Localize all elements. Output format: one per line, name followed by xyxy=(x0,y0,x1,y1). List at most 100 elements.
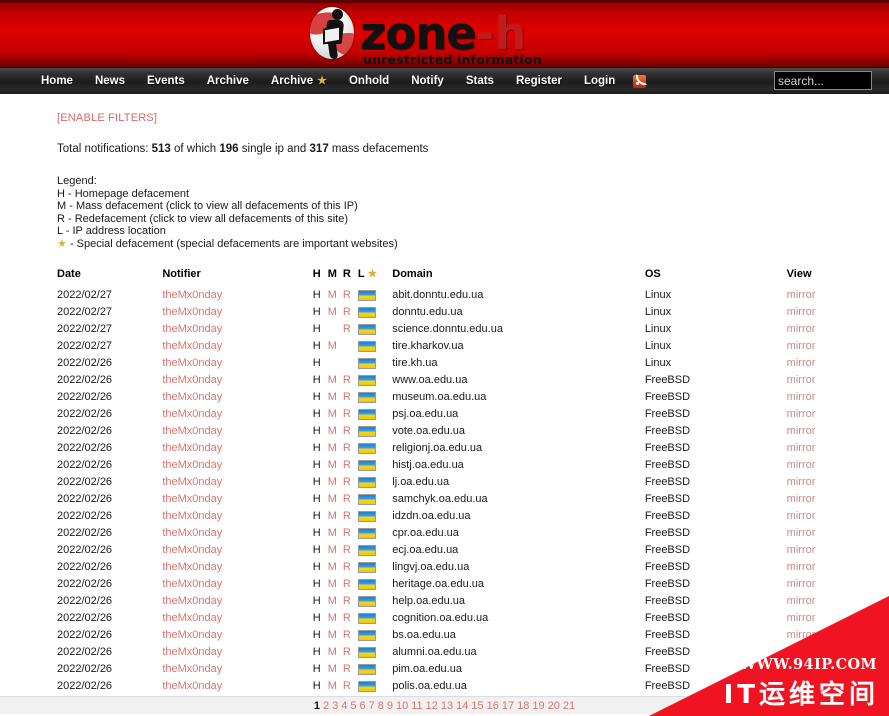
ua-flag-icon[interactable] xyxy=(357,510,376,522)
ua-flag-icon[interactable] xyxy=(357,459,376,471)
ua-flag-icon[interactable] xyxy=(357,306,376,318)
ua-flag-icon[interactable] xyxy=(357,374,376,386)
ua-flag-icon[interactable] xyxy=(357,629,376,641)
cell-m-value[interactable]: M xyxy=(328,680,337,692)
ua-flag-icon[interactable] xyxy=(357,646,376,658)
ua-flag-icon[interactable] xyxy=(357,612,376,624)
pagination-page-15[interactable]: 15 xyxy=(471,700,483,712)
cell-notifier-value[interactable]: theMx0nday xyxy=(162,391,222,403)
cell-notifier-value[interactable]: theMx0nday xyxy=(162,408,222,420)
cell-notifier-value[interactable]: theMx0nday xyxy=(162,595,222,607)
pagination-page-17[interactable]: 17 xyxy=(502,700,514,712)
cell-m-value[interactable]: M xyxy=(328,459,337,471)
cell-r-value[interactable]: R xyxy=(343,663,351,675)
cell-m-value[interactable]: M xyxy=(328,527,337,539)
cell-view-value[interactable]: mirror xyxy=(787,493,816,505)
cell-m-value[interactable]: M xyxy=(328,629,337,641)
ua-flag-icon[interactable] xyxy=(357,391,376,403)
pagination-page-3[interactable]: 3 xyxy=(332,700,338,712)
pagination-page-1[interactable]: 1 xyxy=(314,700,320,712)
cell-view-value[interactable]: mirror xyxy=(787,561,816,573)
cell-m-value[interactable]: M xyxy=(328,391,337,403)
ua-flag-icon[interactable] xyxy=(357,663,376,675)
cell-r-value[interactable]: R xyxy=(343,459,351,471)
cell-notifier-value[interactable]: theMx0nday xyxy=(162,459,222,471)
nav-item-onhold[interactable]: Onhold xyxy=(338,75,400,87)
search-input[interactable] xyxy=(774,71,872,90)
cell-notifier-value[interactable]: theMx0nday xyxy=(162,663,222,675)
cell-view-value[interactable]: mirror xyxy=(787,459,816,471)
cell-view-value[interactable]: mirror xyxy=(787,629,816,641)
site-logo[interactable]: zone-h unrestricted information xyxy=(308,1,542,66)
cell-view-value[interactable]: mirror xyxy=(787,680,816,692)
enable-filters-link[interactable]: [ENABLE FILTERS] xyxy=(57,112,157,124)
cell-view-value[interactable]: mirror xyxy=(787,289,816,301)
cell-r-value[interactable]: R xyxy=(343,306,351,318)
cell-notifier-value[interactable]: theMx0nday xyxy=(162,629,222,641)
ua-flag-icon[interactable] xyxy=(357,578,376,590)
pagination-page-13[interactable]: 13 xyxy=(441,700,453,712)
nav-item-register[interactable]: Register xyxy=(505,75,573,87)
cell-notifier-value[interactable]: theMx0nday xyxy=(162,357,222,369)
cell-r-value[interactable]: R xyxy=(343,544,351,556)
cell-notifier-value[interactable]: theMx0nday xyxy=(162,323,222,335)
cell-view-value[interactable]: mirror xyxy=(787,578,816,590)
cell-view-value[interactable]: mirror xyxy=(787,646,816,658)
cell-notifier-value[interactable]: theMx0nday xyxy=(162,612,222,624)
cell-notifier-value[interactable]: theMx0nday xyxy=(162,340,222,352)
ua-flag-icon[interactable] xyxy=(357,323,376,335)
cell-r-value[interactable]: R xyxy=(343,646,351,658)
cell-r-value[interactable]: R xyxy=(343,493,351,505)
cell-view-value[interactable]: mirror xyxy=(787,340,816,352)
cell-view-value[interactable]: mirror xyxy=(787,374,816,386)
cell-r-value[interactable]: R xyxy=(343,680,351,692)
cell-m-value[interactable]: M xyxy=(328,578,337,590)
ua-flag-icon[interactable] xyxy=(357,493,376,505)
ua-flag-icon[interactable] xyxy=(357,680,376,692)
pagination-page-2[interactable]: 2 xyxy=(323,700,329,712)
cell-view-value[interactable]: mirror xyxy=(787,357,816,369)
pagination-page-14[interactable]: 14 xyxy=(456,700,468,712)
cell-r-value[interactable]: R xyxy=(343,476,351,488)
cell-notifier-value[interactable]: theMx0nday xyxy=(162,306,222,318)
nav-item-notify[interactable]: Notify xyxy=(400,75,455,87)
cell-view-value[interactable]: mirror xyxy=(787,408,816,420)
pagination-page-10[interactable]: 10 xyxy=(396,700,408,712)
cell-m-value[interactable]: M xyxy=(328,476,337,488)
ua-flag-icon[interactable] xyxy=(357,476,376,488)
cell-view-value[interactable]: mirror xyxy=(787,663,816,675)
cell-notifier-value[interactable]: theMx0nday xyxy=(162,289,222,301)
cell-notifier-value[interactable]: theMx0nday xyxy=(162,544,222,556)
pagination-page-20[interactable]: 20 xyxy=(548,700,560,712)
cell-m-value[interactable]: M xyxy=(328,510,337,522)
pagination-page-19[interactable]: 19 xyxy=(532,700,544,712)
cell-view-value[interactable]: mirror xyxy=(787,391,816,403)
nav-item-news[interactable]: News xyxy=(84,75,136,87)
cell-notifier-value[interactable]: theMx0nday xyxy=(162,425,222,437)
cell-m-value[interactable]: M xyxy=(328,340,337,352)
pagination-page-4[interactable]: 4 xyxy=(341,700,347,712)
pagination-page-12[interactable]: 12 xyxy=(426,700,438,712)
cell-view-value[interactable]: mirror xyxy=(787,306,816,318)
nav-item-stats[interactable]: Stats xyxy=(455,75,505,87)
cell-notifier-value[interactable]: theMx0nday xyxy=(162,561,222,573)
cell-view-value[interactable]: mirror xyxy=(787,476,816,488)
nav-item-archive[interactable]: Archive xyxy=(196,75,260,87)
cell-m-value[interactable]: M xyxy=(328,442,337,454)
cell-r-value[interactable]: R xyxy=(343,408,351,420)
ua-flag-icon[interactable] xyxy=(357,595,376,607)
cell-notifier-value[interactable]: theMx0nday xyxy=(162,646,222,658)
cell-notifier-value[interactable]: theMx0nday xyxy=(162,527,222,539)
ua-flag-icon[interactable] xyxy=(357,408,376,420)
cell-notifier-value[interactable]: theMx0nday xyxy=(162,442,222,454)
cell-r-value[interactable]: R xyxy=(343,612,351,624)
cell-r-value[interactable]: R xyxy=(343,595,351,607)
cell-m-value[interactable]: M xyxy=(328,561,337,573)
cell-view-value[interactable]: mirror xyxy=(787,323,816,335)
nav-item-home[interactable]: Home xyxy=(30,75,84,87)
ua-flag-icon[interactable] xyxy=(357,442,376,454)
cell-m-value[interactable]: M xyxy=(328,425,337,437)
cell-r-value[interactable]: R xyxy=(343,289,351,301)
cell-m-value[interactable]: M xyxy=(328,493,337,505)
ua-flag-icon[interactable] xyxy=(357,340,376,352)
